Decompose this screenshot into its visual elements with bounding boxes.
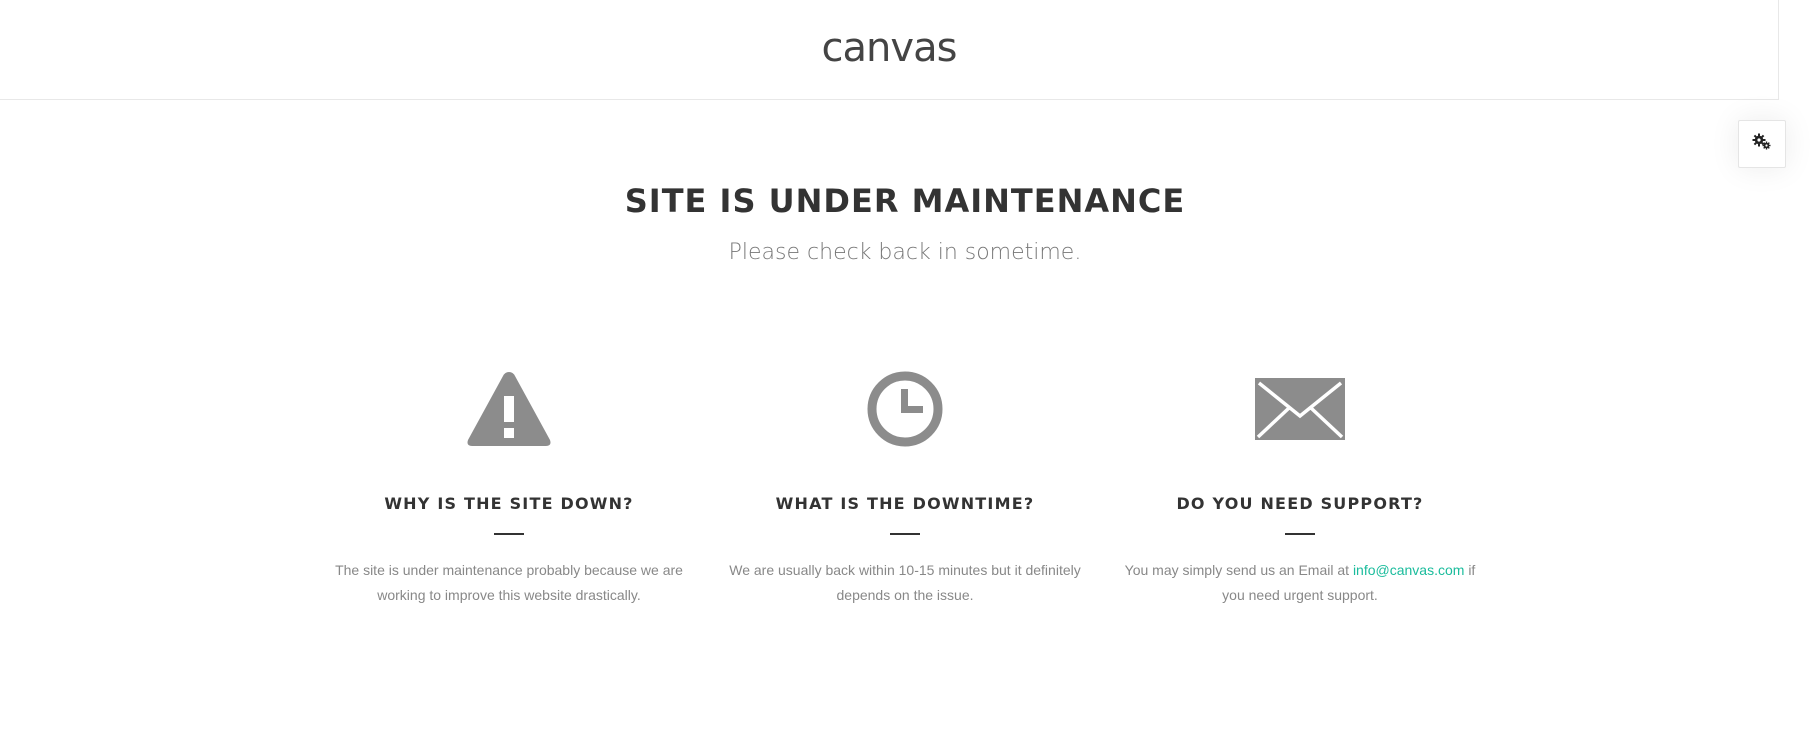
logo[interactable]: canvas <box>822 25 958 71</box>
feature-text: You may simply send us an Email at info@… <box>1115 558 1485 608</box>
feature-text: We are usually back within 10-15 minutes… <box>729 562 1081 603</box>
header-divider <box>1778 0 1779 100</box>
warning-icon <box>465 368 553 455</box>
gears-icon <box>1752 133 1772 156</box>
support-email-link[interactable]: info@canvas.com <box>1353 562 1464 578</box>
envelope-icon <box>1255 377 1345 445</box>
site-header: canvas <box>0 0 1778 100</box>
clock-icon <box>867 371 943 452</box>
feature-title: WHAT IS THE DOWNTIME? <box>775 494 1035 513</box>
page-subtitle: Please check back in sometime. <box>728 240 1082 265</box>
divider <box>494 533 524 535</box>
feature-title: DO YOU NEED SUPPORT? <box>1176 494 1424 513</box>
feature-text: The site is under maintenance probably b… <box>335 562 683 603</box>
divider <box>1285 533 1315 535</box>
settings-button[interactable] <box>1738 120 1786 168</box>
support-text-before: You may simply send us an Email at <box>1124 562 1350 578</box>
feature-site-down: WHY IS THE SITE DOWN? The site is under … <box>324 368 694 608</box>
page-title: SITE IS UNDER MAINTENANCE <box>624 182 1186 220</box>
feature-downtime: WHAT IS THE DOWNTIME? We are usually bac… <box>720 368 1090 608</box>
feature-title: WHY IS THE SITE DOWN? <box>384 494 634 513</box>
feature-support: DO YOU NEED SUPPORT? You may simply send… <box>1115 368 1485 608</box>
divider <box>890 533 920 535</box>
